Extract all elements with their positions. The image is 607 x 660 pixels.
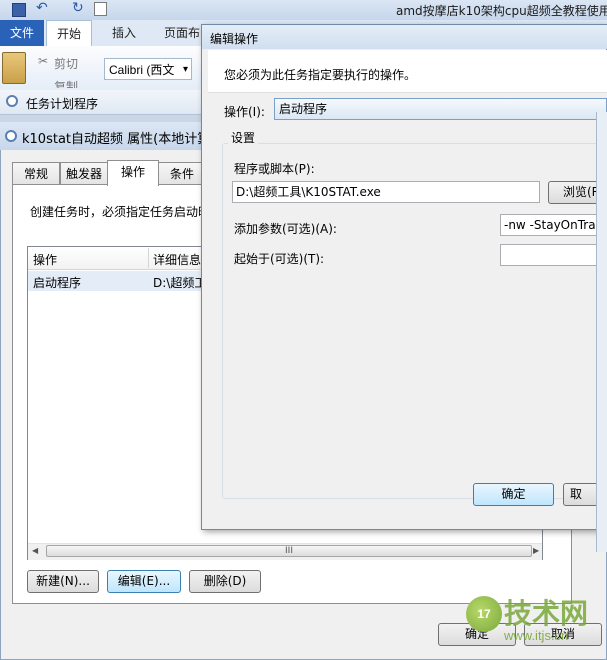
scroll-grip: III — [285, 546, 293, 556]
scroll-left-icon[interactable]: ◀ — [32, 546, 38, 555]
column-header-action[interactable]: 操作 — [33, 251, 57, 268]
undo-icon[interactable]: ↶ — [36, 0, 48, 16]
start-in-input[interactable] — [500, 244, 607, 266]
tab-triggers[interactable]: 触发器 — [60, 162, 108, 185]
scissors-icon: ✂ — [38, 54, 49, 68]
cut-button[interactable]: 剪切 — [54, 55, 78, 72]
column-header-details[interactable]: 详细信息 — [153, 251, 201, 268]
new-action-button[interactable]: 新建(N)... — [27, 570, 99, 593]
tab-general[interactable]: 常规 — [12, 162, 60, 185]
tab-home[interactable]: 开始 — [46, 20, 93, 47]
clock-icon — [6, 95, 18, 107]
dialog-titlebar — [202, 25, 607, 49]
scroll-right-icon[interactable]: ▶ — [533, 546, 539, 555]
font-name-value: Calibri (西文 — [109, 63, 175, 77]
dialog-instruction: 您必须为此任务指定要执行的操作。 — [224, 68, 417, 82]
program-input[interactable]: D:\超频工具\K10STAT.exe — [232, 181, 540, 203]
task-scheduler-title: 任务计划程序 — [26, 97, 99, 111]
action-type-value: 启动程序 — [279, 102, 328, 116]
tab-actions[interactable]: 操作 — [107, 160, 159, 186]
file-tab[interactable]: 文件 — [0, 20, 44, 46]
watermark-logo: 17 — [466, 596, 502, 632]
program-value: D:\超频工具\K10STAT.exe — [236, 185, 381, 199]
chevron-down-icon: ▾ — [182, 64, 188, 75]
font-name-select[interactable]: Calibri (西文 ▾ — [104, 58, 192, 80]
row-detail-cell: D:\超频工 — [153, 276, 207, 290]
tab-conditions[interactable]: 条件 — [158, 162, 206, 185]
background-panel-edge — [596, 112, 607, 552]
program-label: 程序或脚本(P): — [234, 162, 315, 176]
print-preview-icon[interactable] — [94, 2, 107, 16]
dialog-title: 编辑操作 — [210, 32, 259, 46]
paste-icon[interactable] — [2, 52, 26, 84]
row-action-cell: 启动程序 — [33, 276, 82, 290]
delete-action-button[interactable]: 删除(D) — [189, 570, 261, 593]
tab-insert[interactable]: 插入 — [102, 20, 146, 46]
dialog-ok-button[interactable]: 确定 — [473, 483, 554, 506]
properties-title: k10stat自动超频 属性(本地计算机 — [22, 132, 224, 147]
args-value: -nw -StayOnTray — [504, 218, 603, 232]
scrollbar-thumb[interactable]: III — [46, 545, 532, 557]
watermark-url: www.itjs.cn — [504, 628, 569, 643]
watermark-text: 技术网 — [504, 597, 589, 630]
redo-icon[interactable]: ↻ — [72, 0, 84, 16]
action-type-select[interactable]: 启动程序 — [274, 98, 607, 120]
start-in-label: 起始于(可选)(T): — [234, 252, 325, 266]
office-window-title: amd按摩店k10架构cpu超频全教程使用 — [396, 4, 607, 18]
column-divider — [148, 248, 149, 268]
edit-action-button[interactable]: 编辑(E)... — [107, 570, 181, 593]
clock-icon — [5, 130, 17, 142]
copy-button[interactable]: 复制 — [54, 78, 78, 88]
quick-access-toolbar: ↶ ↻ — [6, 0, 116, 18]
args-label: 添加参数(可选)(A): — [234, 222, 337, 236]
settings-label: 设置 — [228, 129, 259, 146]
save-icon[interactable] — [12, 3, 26, 17]
action-label: 操作(I): — [224, 105, 265, 119]
actions-description: 创建任务时，必须指定任务启动时 — [30, 205, 211, 219]
args-input[interactable]: -nw -StayOnTray — [500, 214, 607, 236]
